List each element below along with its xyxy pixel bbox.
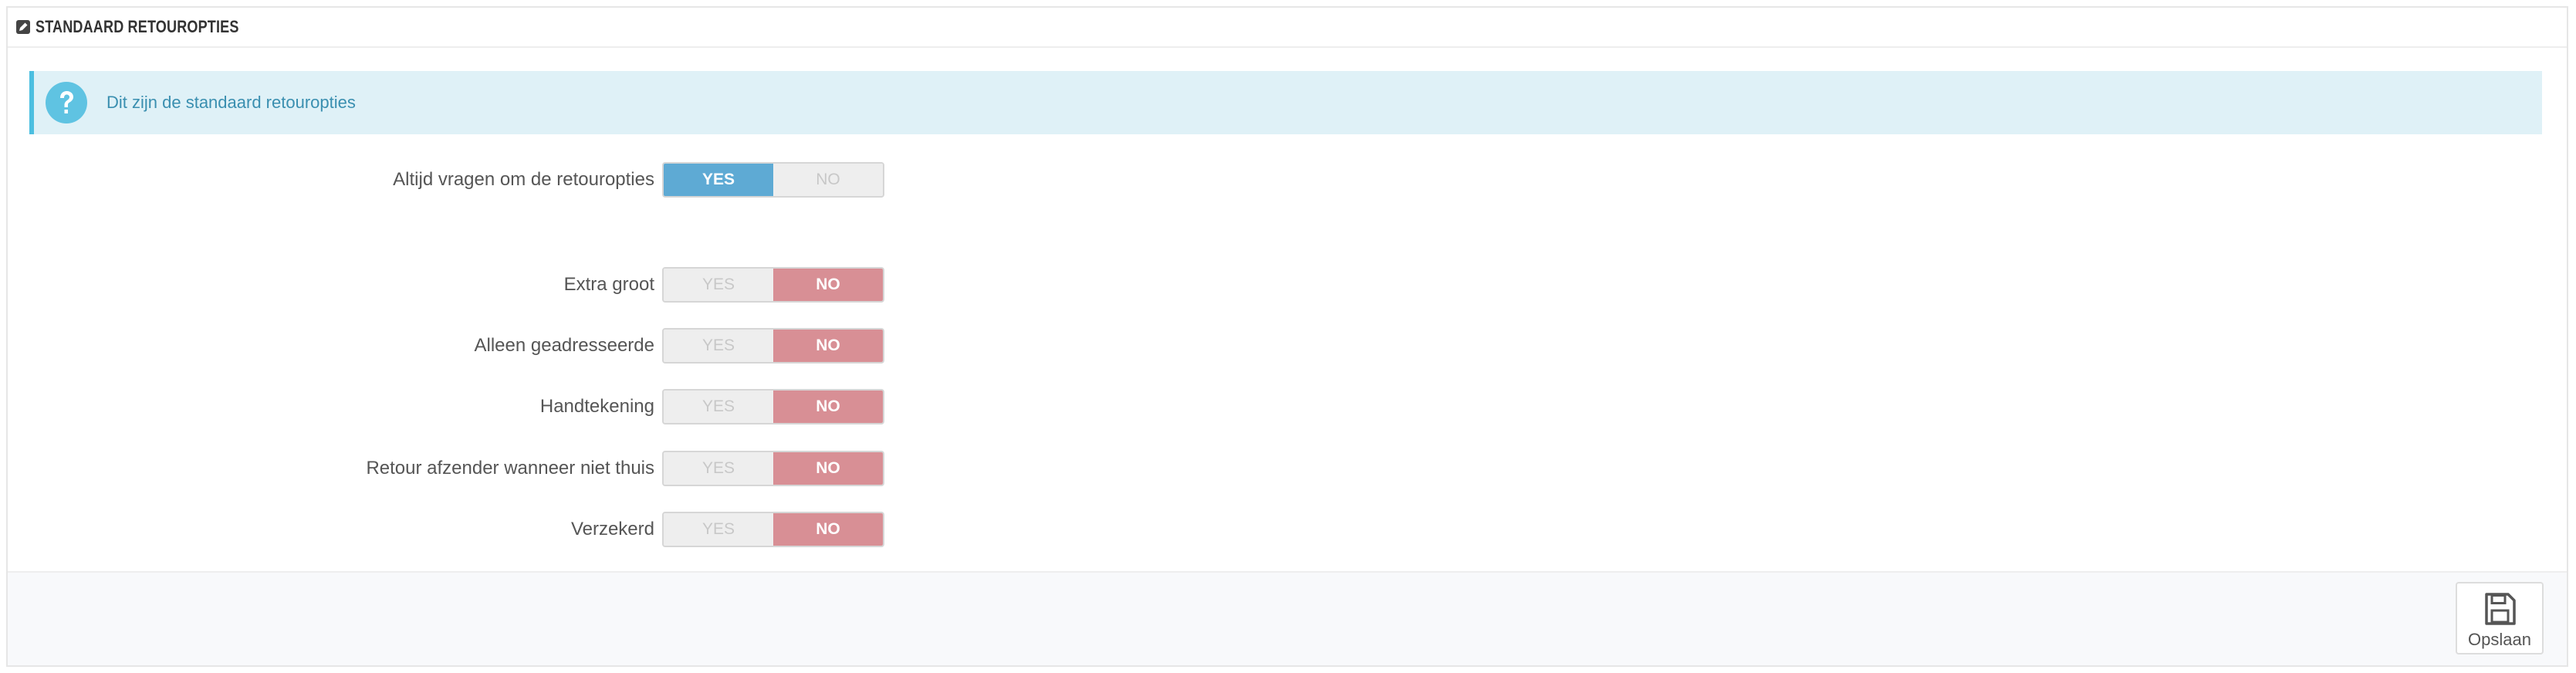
- panel-footer: Opslaan: [8, 571, 2567, 665]
- pencil-square-icon: [16, 20, 30, 34]
- option-row: Extra groot YES NO: [8, 267, 934, 303]
- switch-no-option[interactable]: NO: [773, 164, 883, 196]
- alert-text: Dit zijn de standaard retouropties: [106, 93, 356, 112]
- option-label: Alleen geadresseerde: [474, 335, 655, 356]
- switch-no-option[interactable]: NO: [773, 269, 883, 301]
- option-label: Verzekerd: [570, 519, 654, 539]
- switch-yes-option[interactable]: YES: [664, 330, 773, 362]
- yes-no-switch[interactable]: YES NO: [662, 512, 884, 547]
- switch-yes-option[interactable]: YES: [664, 391, 773, 423]
- floppy-disk-icon: [2485, 593, 2516, 625]
- option-label: Retour afzender wanneer niet thuis: [366, 458, 654, 479]
- yes-no-switch[interactable]: YES NO: [662, 328, 884, 364]
- info-alert: Dit zijn de standaard retouropties: [29, 71, 2542, 134]
- yes-no-switch[interactable]: YES NO: [662, 451, 884, 486]
- yes-no-switch[interactable]: YES NO: [662, 389, 884, 424]
- return-options-panel: STANDAARD RETOUROPTIES Dit zijn de stand…: [6, 6, 2568, 667]
- option-label: Altijd vragen om de retouropties: [393, 169, 654, 190]
- switch-yes-option[interactable]: YES: [664, 513, 773, 546]
- yes-no-switch[interactable]: YES NO: [662, 162, 884, 198]
- switch-yes-option[interactable]: YES: [664, 164, 773, 196]
- option-row: Altijd vragen om de retouropties YES NO: [8, 162, 934, 198]
- option-row: Handtekening YES NO: [8, 389, 934, 424]
- option-label: Extra groot: [563, 274, 654, 295]
- option-row: Verzekerd YES NO: [8, 512, 934, 547]
- switch-no-option[interactable]: NO: [773, 513, 883, 546]
- option-row: Alleen geadresseerde YES NO: [8, 328, 934, 364]
- yes-no-switch[interactable]: YES NO: [662, 267, 884, 303]
- save-button[interactable]: Opslaan: [2456, 582, 2544, 654]
- question-circle-icon: [46, 82, 87, 123]
- switch-no-option[interactable]: NO: [773, 452, 883, 485]
- option-label: Handtekening: [539, 396, 654, 417]
- switch-no-option[interactable]: NO: [773, 391, 883, 423]
- switch-yes-option[interactable]: YES: [664, 452, 773, 485]
- panel-title: STANDAARD RETOUROPTIES: [35, 17, 239, 36]
- switch-no-option[interactable]: NO: [773, 330, 883, 362]
- option-row: Retour afzender wanneer niet thuis YES NO: [8, 451, 934, 486]
- save-label: Opslaan: [2468, 630, 2531, 649]
- switch-yes-option[interactable]: YES: [664, 269, 773, 301]
- panel-heading: STANDAARD RETOUROPTIES: [8, 8, 2567, 48]
